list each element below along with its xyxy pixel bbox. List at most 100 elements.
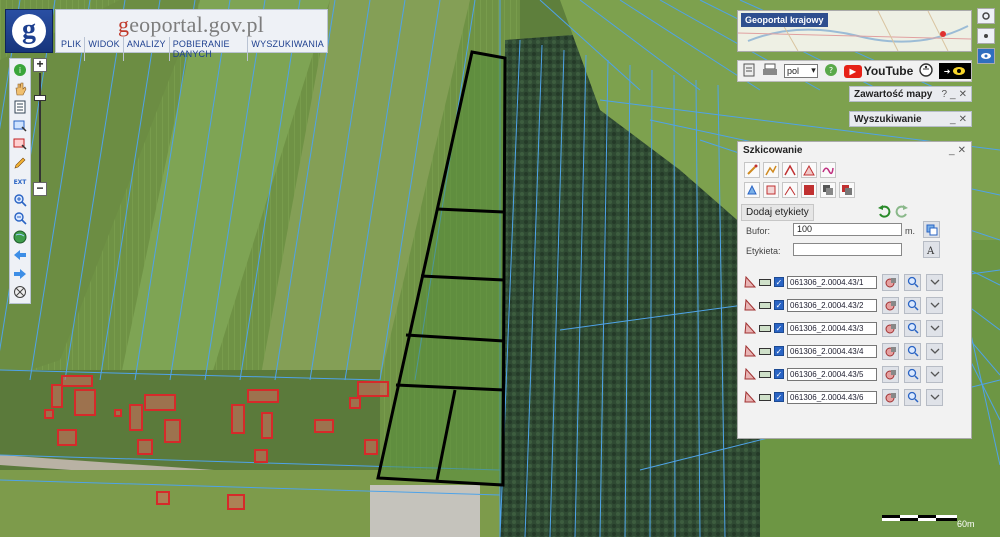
building-footprint bbox=[137, 439, 153, 455]
close-icon[interactable]: ✕ bbox=[959, 89, 967, 100]
copy-feature-icon[interactable] bbox=[820, 182, 836, 198]
info-icon[interactable]: i bbox=[12, 63, 28, 77]
delete-feature-icon[interactable] bbox=[801, 182, 817, 198]
layer-style-icon[interactable] bbox=[882, 342, 899, 360]
zoom-plus-button[interactable]: + bbox=[33, 58, 47, 72]
panel-zawartosc-mapy[interactable]: Zawartość mapy ? _ ✕ bbox=[849, 86, 972, 102]
style-swatch[interactable] bbox=[759, 393, 771, 401]
visibility-checkbox[interactable]: ✓ bbox=[774, 277, 784, 287]
layer-style-icon[interactable] bbox=[882, 365, 899, 383]
layer-name-input[interactable]: 061306_2.0004.43/4 bbox=[787, 344, 877, 358]
high-contrast-icon[interactable]: ➜ bbox=[939, 63, 971, 79]
label-font-icon[interactable]: A bbox=[923, 241, 940, 258]
full-extent-globe-icon[interactable] bbox=[12, 230, 28, 244]
layer-style-icon[interactable] bbox=[882, 273, 899, 291]
zoom-to-layer-icon[interactable] bbox=[904, 296, 921, 314]
layer-name-input[interactable]: 061306_2.0004.43/1 bbox=[787, 275, 877, 289]
minimize-button[interactable]: _ bbox=[949, 145, 955, 157]
layer-style-icon[interactable] bbox=[882, 296, 899, 314]
zoom-to-layer-icon[interactable] bbox=[904, 365, 921, 383]
select-delete-icon[interactable] bbox=[12, 137, 28, 151]
print-icon[interactable] bbox=[762, 63, 778, 80]
pan-hand-icon[interactable] bbox=[12, 82, 28, 96]
minimize-button[interactable]: _ bbox=[950, 89, 956, 100]
minimize-button[interactable]: _ bbox=[950, 114, 956, 125]
help-icon[interactable]: ? bbox=[824, 63, 838, 80]
visibility-checkbox[interactable]: ✓ bbox=[774, 392, 784, 402]
zoom-to-layer-icon[interactable] bbox=[904, 342, 921, 360]
eye-icon[interactable] bbox=[977, 48, 995, 64]
visibility-checkbox[interactable]: ✓ bbox=[774, 323, 784, 333]
style-swatch[interactable] bbox=[759, 324, 771, 332]
accessibility-icon[interactable] bbox=[919, 62, 933, 80]
undo-icon[interactable] bbox=[877, 204, 891, 221]
layer-name-input[interactable]: 061306_2.0004.43/5 bbox=[787, 367, 877, 381]
forward-arrow-icon[interactable] bbox=[12, 267, 28, 281]
measure-compass-icon[interactable] bbox=[12, 285, 28, 299]
layer-name-input[interactable]: 061306_2.0004.43/3 bbox=[787, 321, 877, 335]
layers-toggle-icon[interactable] bbox=[977, 28, 995, 44]
back-arrow-icon[interactable] bbox=[12, 248, 28, 262]
panel-wyszukiwanie[interactable]: Wyszukiwanie _ ✕ bbox=[849, 111, 972, 127]
select-feature-icon[interactable] bbox=[744, 182, 760, 198]
chevron-down-icon[interactable] bbox=[926, 342, 943, 360]
export-feature-icon[interactable] bbox=[839, 182, 855, 198]
layer-name-input[interactable]: 061306_2.0004.43/6 bbox=[787, 390, 877, 404]
youtube-link[interactable]: ▶ YouTube bbox=[843, 64, 913, 78]
add-labels-button[interactable]: Dodaj etykiety bbox=[741, 204, 814, 221]
menu-widok[interactable]: WIDOK bbox=[85, 37, 124, 61]
buffer-apply-icon[interactable] bbox=[923, 221, 940, 238]
layer-style-icon[interactable] bbox=[882, 319, 899, 337]
zoom-in-icon[interactable] bbox=[12, 193, 28, 207]
move-feature-icon[interactable] bbox=[763, 182, 779, 198]
visibility-checkbox[interactable]: ✓ bbox=[774, 369, 784, 379]
draw-line-icon[interactable] bbox=[763, 162, 779, 178]
style-swatch[interactable] bbox=[759, 278, 771, 286]
close-icon[interactable]: ✕ bbox=[958, 145, 966, 157]
extent-icon[interactable]: EXT bbox=[12, 174, 28, 188]
building-footprint bbox=[144, 394, 176, 411]
help-button[interactable]: ? bbox=[941, 89, 947, 100]
language-select[interactable]: pol bbox=[784, 64, 818, 78]
chevron-down-icon[interactable] bbox=[926, 296, 943, 314]
chevron-down-icon[interactable] bbox=[926, 319, 943, 337]
legend-icon[interactable] bbox=[12, 100, 28, 114]
draw-point-icon[interactable] bbox=[744, 162, 760, 178]
select-area-icon[interactable] bbox=[12, 119, 28, 133]
zoom-to-layer-icon[interactable] bbox=[904, 319, 921, 337]
draw-polygon-icon[interactable] bbox=[801, 162, 817, 178]
edit-vertex-icon[interactable] bbox=[782, 182, 798, 198]
label-input[interactable] bbox=[793, 243, 902, 256]
menu-analizy[interactable]: ANALIZY bbox=[124, 37, 170, 61]
visibility-checkbox[interactable]: ✓ bbox=[774, 346, 784, 356]
zoom-out-icon[interactable] bbox=[12, 211, 28, 225]
buffer-input[interactable]: 100 bbox=[793, 223, 902, 236]
chevron-down-icon[interactable] bbox=[926, 365, 943, 383]
draw-polyline-icon[interactable] bbox=[782, 162, 798, 178]
style-swatch[interactable] bbox=[759, 370, 771, 378]
style-swatch[interactable] bbox=[759, 347, 771, 355]
chevron-down-icon[interactable] bbox=[926, 388, 943, 406]
zoom-handle[interactable] bbox=[34, 95, 46, 101]
layer-name-input[interactable]: 061306_2.0004.43/2 bbox=[787, 298, 877, 312]
zoom-slider[interactable]: + − bbox=[33, 58, 47, 196]
geoportal-logo[interactable]: g bbox=[5, 9, 53, 53]
layer-style-icon[interactable] bbox=[882, 388, 899, 406]
draw-freehand-icon[interactable] bbox=[820, 162, 836, 178]
close-icon[interactable]: ✕ bbox=[959, 114, 967, 125]
style-swatch[interactable] bbox=[759, 301, 771, 309]
menu-wyszukiwania[interactable]: WYSZUKIWANIA bbox=[248, 37, 327, 61]
settings-gear-icon[interactable] bbox=[977, 8, 995, 24]
visibility-checkbox[interactable]: ✓ bbox=[774, 300, 784, 310]
overview-map[interactable]: Geoportal krajowy bbox=[737, 10, 972, 52]
redo-icon[interactable] bbox=[895, 204, 909, 221]
pencil-icon[interactable] bbox=[12, 156, 28, 170]
menu-pobieranie-danych[interactable]: POBIERANIE DANYCH bbox=[170, 37, 249, 61]
zoom-track[interactable] bbox=[39, 73, 41, 182]
zoom-to-layer-icon[interactable] bbox=[904, 388, 921, 406]
zoom-minus-button[interactable]: − bbox=[33, 182, 47, 196]
zoom-to-layer-icon[interactable] bbox=[904, 273, 921, 291]
chevron-down-icon[interactable] bbox=[926, 273, 943, 291]
menu-plik[interactable]: PLIK bbox=[58, 37, 86, 61]
document-icon[interactable] bbox=[742, 63, 756, 80]
